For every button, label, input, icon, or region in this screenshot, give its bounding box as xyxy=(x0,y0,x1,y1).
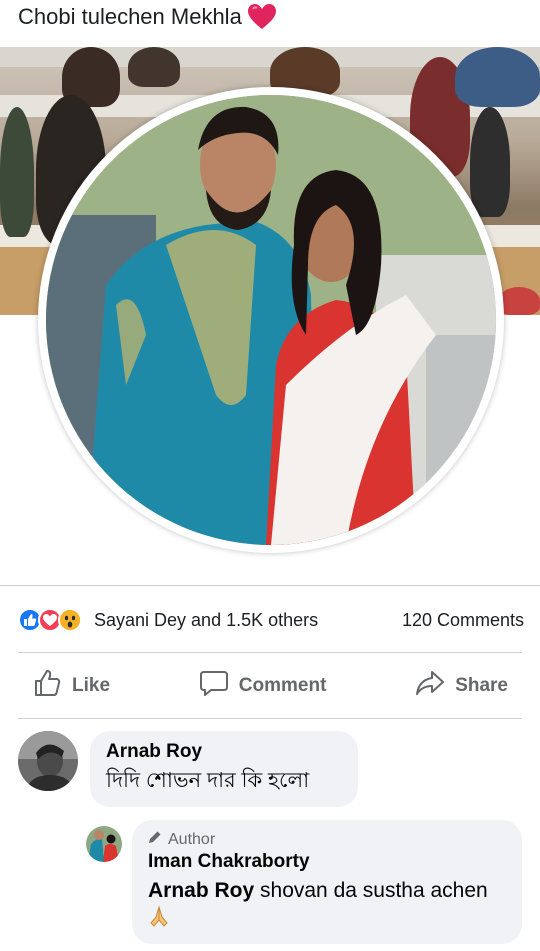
author-badge: Author xyxy=(148,830,506,849)
cover-person xyxy=(470,107,510,217)
folded-hands-emoji xyxy=(148,905,170,929)
post-caption: Chobi tulechen Mekhla xyxy=(18,4,276,30)
reaction-icons xyxy=(18,608,82,632)
cover-person xyxy=(455,47,540,107)
post-caption-text: Chobi tulechen Mekhla xyxy=(18,4,242,29)
comment-mention[interactable]: Arnab Roy xyxy=(148,879,254,902)
profile-photo xyxy=(46,95,496,545)
profile-picture[interactable] xyxy=(38,87,504,553)
comment-body: shovan da sustha achen xyxy=(254,879,488,902)
pencil-icon xyxy=(148,830,162,849)
comment-bubble[interactable]: Author Iman Chakraborty Arnab Roy shovan… xyxy=(132,820,522,944)
like-label: Like xyxy=(72,675,111,696)
section-divider xyxy=(18,652,522,653)
comment-item: Arnab Roy দিদি শোভন দার কি হলো xyxy=(18,731,358,807)
avatar[interactable] xyxy=(86,826,122,862)
author-badge-label: Author xyxy=(168,830,216,848)
comment-text: দিদি শোভন দার কি হলো xyxy=(106,769,310,792)
comment-author[interactable]: Arnab Roy xyxy=(106,741,342,763)
comment-reply: Author Iman Chakraborty Arnab Roy shovan… xyxy=(86,820,522,944)
red-heart-emoji xyxy=(247,4,276,30)
section-divider xyxy=(18,718,522,719)
share-arrow-icon xyxy=(415,668,445,704)
share-button[interactable]: Share xyxy=(401,664,522,708)
section-divider xyxy=(0,585,540,586)
share-label: Share xyxy=(455,675,508,696)
comment-bubble[interactable]: Arnab Roy দিদি শোভন দার কি হলো xyxy=(90,731,358,807)
wow-icon xyxy=(58,608,82,632)
cover-person xyxy=(0,107,34,237)
avatar[interactable] xyxy=(18,731,78,791)
reactions-summary[interactable]: Sayani Dey and 1.5K others 120 Comments xyxy=(18,604,524,636)
cover-flowers xyxy=(498,287,540,315)
comment-button[interactable]: Comment xyxy=(185,664,341,708)
cover-person xyxy=(128,47,180,87)
comment-label: Comment xyxy=(238,675,327,696)
thumbs-up-icon xyxy=(32,668,62,704)
comment-text: Arnab Roy shovan da sustha achen xyxy=(148,877,506,932)
like-button[interactable]: Like xyxy=(18,664,124,708)
comment-author[interactable]: Iman Chakraborty xyxy=(148,851,506,873)
speech-bubble-icon xyxy=(199,668,229,704)
comments-count[interactable]: 120 Comments xyxy=(402,610,524,631)
reactions-left[interactable]: Sayani Dey and 1.5K others xyxy=(18,608,318,632)
reactions-summary-text[interactable]: Sayani Dey and 1.5K others xyxy=(94,610,318,631)
post-actions: Like Comment Share xyxy=(18,664,522,708)
